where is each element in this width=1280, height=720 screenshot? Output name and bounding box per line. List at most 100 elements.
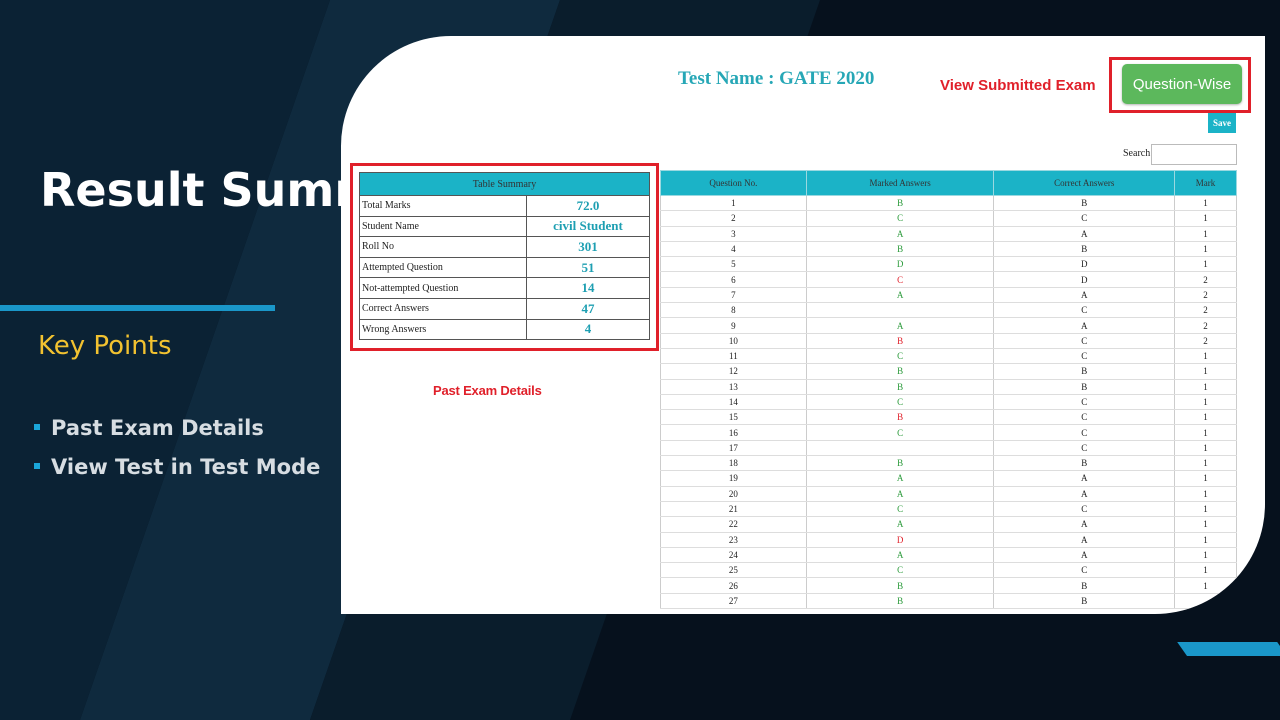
column-header-marked[interactable]: Marked Answers	[805, 170, 995, 196]
title-underline-bar	[0, 305, 275, 311]
save-button[interactable]: Save	[1208, 113, 1236, 133]
question-no-cell: 5	[660, 256, 807, 273]
correct-answer-cell: A	[993, 486, 1176, 502]
marked-answer-cell: B	[805, 455, 995, 472]
question-no-cell: 22	[660, 516, 807, 533]
question-no-cell: 3	[660, 226, 807, 242]
correct-answer-cell: A	[993, 226, 1176, 242]
marked-answer-cell: B	[805, 363, 995, 380]
summary-value: 72.0	[525, 195, 651, 217]
summary-label: Not-attempted Question	[359, 277, 527, 299]
past-exam-annotation: Past Exam Details	[433, 383, 542, 398]
table-row: 4BB1	[660, 241, 1237, 258]
table-row: 12 B B 1	[660, 363, 1237, 380]
table-row: 26 B B 1	[660, 577, 1237, 594]
correct-answer-cell: C	[993, 394, 1176, 411]
correct-answer-cell: B	[993, 593, 1176, 610]
correct-answer-cell: C	[993, 409, 1176, 426]
correct-answer-cell: C	[993, 424, 1176, 441]
correct-answer-cell: C	[993, 562, 1176, 579]
column-header-question[interactable]: Question No.	[660, 170, 807, 196]
mark-cell: 1	[1174, 379, 1237, 395]
marked-answer-cell: C	[805, 271, 995, 288]
summary-table: Table Summary Total Marks 72.0 Student Na…	[359, 172, 651, 341]
correct-answer-cell: C	[993, 501, 1176, 518]
marked-answer-cell: B	[805, 241, 995, 258]
correct-answer-cell: A	[993, 516, 1176, 533]
mark-cell: 1	[1174, 486, 1237, 502]
question-wise-button[interactable]: Question-Wise	[1122, 64, 1242, 104]
accent-bar	[1177, 642, 1280, 656]
question-no-cell: 10	[660, 333, 807, 349]
table-row: Attempted Question 51	[359, 256, 651, 279]
summary-value: 301	[525, 236, 651, 258]
mark-cell: 1	[1174, 562, 1237, 579]
marked-answer-cell	[805, 440, 995, 457]
question-no-cell: 1	[660, 195, 807, 212]
summary-label: Wrong Answers	[359, 318, 527, 341]
question-no-cell: 6	[660, 271, 807, 288]
question-no-cell: 8	[660, 302, 807, 319]
table-row: 27 B B	[660, 593, 1237, 610]
mark-cell: 2	[1174, 333, 1237, 349]
correct-answer-cell: C	[993, 348, 1176, 365]
summary-value: 51	[525, 256, 651, 279]
mark-cell: 1	[1174, 210, 1237, 227]
table-row: 6CD2	[660, 271, 1237, 288]
table-row: 23 D A 1	[660, 532, 1237, 548]
table-row: 18 B B 1	[660, 455, 1237, 472]
mark-cell: 2	[1174, 271, 1237, 288]
summary-table-header: Table Summary	[359, 172, 650, 196]
question-no-cell: 14	[660, 394, 807, 411]
table-row: 2CC1	[660, 210, 1237, 227]
summary-value: 4	[525, 318, 651, 341]
marked-answer-cell: A	[805, 547, 995, 564]
marked-answer-cell: C	[805, 562, 995, 579]
question-no-cell: 18	[660, 455, 807, 472]
summary-label: Attempted Question	[359, 256, 527, 279]
table-row: 11 C C 1	[660, 348, 1237, 365]
marked-answer-cell: B	[805, 593, 995, 610]
table-row: Roll No 301	[359, 236, 651, 258]
mark-cell: 1	[1174, 501, 1237, 518]
summary-value: 47	[525, 297, 651, 320]
marked-answer-cell: A	[805, 470, 995, 487]
table-row: 7AA2	[660, 287, 1237, 304]
key-points-heading: Key Points	[38, 331, 172, 361]
question-no-cell: 7	[660, 287, 807, 304]
table-row: 25 C C 1	[660, 562, 1237, 579]
marked-answer-cell: A	[805, 516, 995, 533]
marked-answer-cell: C	[805, 348, 995, 365]
question-no-cell: 15	[660, 409, 807, 426]
correct-answer-cell: C	[993, 333, 1176, 349]
table-row: 21 C C 1	[660, 501, 1237, 518]
summary-value: 14	[525, 277, 651, 299]
correct-answer-cell: A	[993, 317, 1176, 334]
question-no-cell: 26	[660, 577, 807, 594]
table-row: 22 A A 1	[660, 516, 1237, 533]
mark-cell: 1	[1174, 256, 1237, 273]
summary-value: civil Student	[525, 215, 651, 238]
question-no-cell: 20	[660, 486, 807, 502]
summary-label: Student Name	[359, 215, 527, 238]
column-header-correct[interactable]: Correct Answers	[993, 170, 1176, 196]
summary-label: Roll No	[359, 236, 527, 258]
question-no-cell: 13	[660, 379, 807, 395]
question-no-cell: 9	[660, 317, 807, 334]
mark-cell: 1	[1174, 532, 1237, 548]
mark-cell: 1	[1174, 424, 1237, 441]
mark-cell	[1174, 593, 1237, 610]
marked-answer-cell: A	[805, 226, 995, 242]
table-row: 17 C 1	[660, 440, 1237, 457]
mark-cell: 1	[1174, 577, 1237, 594]
table-row: 8 C2	[660, 302, 1237, 319]
table-row: Correct Answers 47	[359, 297, 651, 320]
table-row: 13 B B 1	[660, 379, 1237, 395]
column-header-mark[interactable]: Mark	[1174, 170, 1237, 196]
table-row: 14 C C 1	[660, 394, 1237, 411]
table-row: 16 C C 1	[660, 424, 1237, 441]
table-row: 15 B C 1	[660, 409, 1237, 426]
search-input[interactable]	[1151, 144, 1237, 165]
mark-cell: 2	[1174, 302, 1237, 319]
question-no-cell: 21	[660, 501, 807, 518]
